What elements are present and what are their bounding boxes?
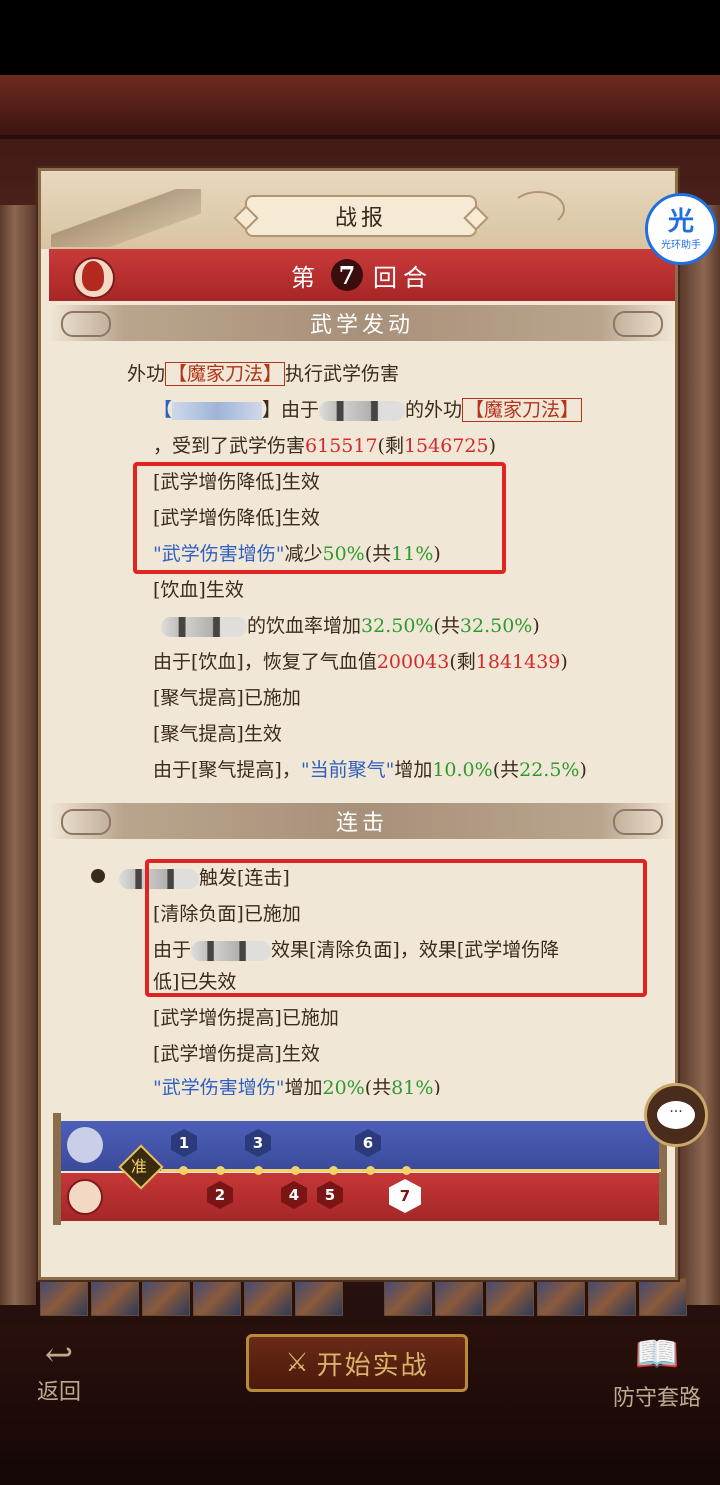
roof-eave — [0, 75, 720, 139]
card — [244, 1278, 292, 1316]
skill-name: 【魔家刀法】 — [165, 362, 286, 386]
log-line: "武学伤害增伤"增加20%(共81%) — [153, 1077, 441, 1095]
blurred-name — [172, 402, 263, 420]
timeline-dot — [179, 1166, 188, 1175]
bullet-dot — [91, 869, 105, 883]
log-line: [武学增伤提高]生效 — [153, 1043, 320, 1065]
timeline-dot — [216, 1166, 225, 1175]
panel-title: 战报 — [245, 195, 477, 237]
left-card-strip — [40, 1278, 343, 1316]
log-line: 由于[聚气提高]，"当前聚气"增加10.0%(共22.5%) — [153, 759, 587, 781]
battle-report-panel: 战报 光 光环助手 第 7 回合 武学发动 外功 【魔家刀法】 执行武学伤害 【】由… — [38, 168, 717, 1280]
player-track — [61, 1173, 659, 1221]
ornament-right-icon — [613, 311, 663, 337]
round-suffix: 回合 — [373, 263, 433, 292]
card — [40, 1278, 88, 1316]
blurred-name — [161, 617, 247, 637]
highlight-box — [145, 859, 647, 997]
enemy-avatar — [67, 1127, 103, 1163]
log-line: 外功 【魔家刀法】 执行武学伤害 — [127, 362, 400, 386]
section-title: 连击 — [335, 811, 388, 836]
chat-bubble-icon: ··· — [657, 1101, 695, 1129]
timeline-edge — [53, 1113, 61, 1225]
status-area — [0, 0, 720, 75]
blurred-name — [319, 401, 406, 421]
section-skill-trigger: 武学发动 — [49, 305, 675, 341]
player-avatar — [73, 257, 115, 299]
right-card-strip — [384, 1278, 687, 1316]
back-arrow-icon: ↩ — [44, 1335, 74, 1375]
player-avatar-small — [67, 1179, 103, 1215]
card — [193, 1278, 241, 1316]
timeline-dot — [291, 1166, 300, 1175]
card — [435, 1278, 483, 1316]
back-label: 返回 — [36, 1380, 81, 1405]
ornament-left-icon — [61, 311, 111, 337]
book-icon: 📖 — [634, 1334, 680, 1375]
section-title: 武学发动 — [309, 313, 414, 338]
highlight-box — [133, 462, 506, 574]
timeline-dot — [402, 1166, 411, 1175]
card — [588, 1278, 636, 1316]
start-battle-button[interactable]: ⚔ 开始实战 — [246, 1334, 468, 1392]
crossed-swords-icon: ⚔ — [285, 1348, 311, 1378]
assistant-badge[interactable]: 光 光环助手 — [645, 193, 717, 265]
cloud-ornament — [511, 191, 565, 227]
log-line: 的饮血率增加32.50%(共32.50%) — [161, 611, 540, 638]
card — [295, 1278, 343, 1316]
log-line: 【】由于 的外功 【魔家刀法】 — [153, 395, 583, 422]
round-timeline[interactable]: 准 1 3 6 2 4 5 7 — [53, 1113, 667, 1225]
log-line: [饮血]生效 — [153, 579, 244, 601]
ready-marker-label: 准 — [130, 1156, 147, 1176]
card — [639, 1278, 687, 1316]
card — [384, 1278, 432, 1316]
ornament-left-icon — [61, 809, 111, 835]
log-line: [聚气提高]生效 — [153, 723, 282, 745]
left-pillar — [0, 205, 36, 1305]
round-prefix: 第 — [291, 263, 321, 292]
mountain-decoration — [51, 189, 201, 247]
ornament-right-icon — [613, 809, 663, 835]
chat-button[interactable]: ··· — [644, 1083, 708, 1147]
card — [486, 1278, 534, 1316]
log-line: 由于[饮血]，恢复了气血值200043(剩1841439) — [153, 651, 568, 673]
timeline-axis — [161, 1169, 661, 1172]
defense-routine-label: 防守套路 — [612, 1386, 701, 1411]
assistant-icon: 光 — [667, 206, 694, 237]
round-banner: 第 7 回合 — [49, 249, 675, 301]
log-line: [聚气提高]已施加 — [153, 687, 301, 709]
round-number: 7 — [331, 259, 363, 291]
section-combo: 连击 — [49, 803, 675, 839]
timeline-dot — [366, 1166, 375, 1175]
card — [142, 1278, 190, 1316]
timeline-dot — [254, 1166, 263, 1175]
start-battle-label: 开始实战 — [316, 1350, 429, 1381]
back-button[interactable]: ↩ 返回 — [24, 1336, 94, 1406]
timeline-dot — [329, 1166, 338, 1175]
card — [537, 1278, 585, 1316]
defense-routine-button[interactable]: 📖 防守套路 — [598, 1330, 716, 1420]
log-line: [武学增伤提高]已施加 — [153, 1007, 339, 1029]
panel-header: 战报 — [41, 171, 675, 249]
card — [91, 1278, 139, 1316]
skill-name: 【魔家刀法】 — [462, 398, 583, 422]
log-line: ，受到了武学伤害615517(剩1546725) — [153, 435, 497, 457]
assistant-label: 光环助手 — [661, 239, 701, 251]
